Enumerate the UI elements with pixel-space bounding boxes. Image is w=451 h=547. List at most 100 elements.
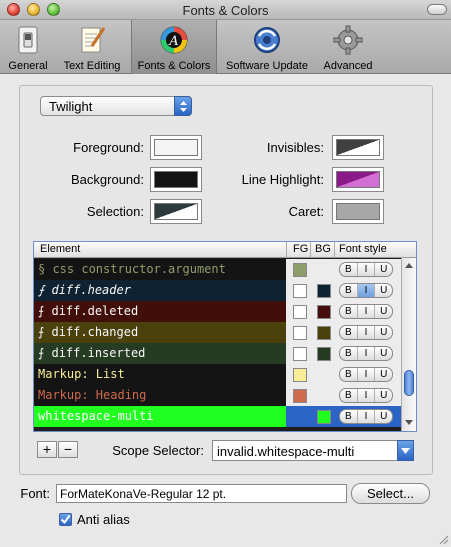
bold-toggle[interactable]: B bbox=[340, 284, 357, 297]
selection-color-well[interactable] bbox=[150, 199, 202, 224]
foreground-color-well[interactable] bbox=[150, 135, 202, 160]
scrollbar-thumb[interactable] bbox=[404, 370, 414, 396]
italic-toggle[interactable]: I bbox=[356, 284, 375, 297]
underline-toggle[interactable]: U bbox=[374, 326, 392, 339]
table-row[interactable]: ⨍ diff.inserted B I U bbox=[34, 343, 402, 364]
foreground-swatch bbox=[154, 139, 198, 156]
tab-advanced[interactable]: Advanced bbox=[317, 20, 379, 74]
fg-color-well[interactable] bbox=[293, 368, 307, 382]
toolbar-toggle-button[interactable] bbox=[427, 4, 447, 15]
scope-selector-combo[interactable]: invalid.whitespace-multi bbox=[212, 440, 414, 461]
table-row[interactable]: ⨍ diff.changed B I U bbox=[34, 322, 402, 343]
column-fg[interactable]: FG bbox=[293, 243, 308, 255]
notepad-pen-icon bbox=[81, 27, 106, 53]
invisibles-color-well[interactable] bbox=[332, 135, 384, 160]
fg-color-well[interactable] bbox=[293, 347, 307, 361]
font-field[interactable]: ForMateKonaVe-Regular 12 pt. bbox=[56, 484, 347, 503]
underline-toggle[interactable]: U bbox=[374, 368, 392, 381]
tab-general[interactable]: General bbox=[4, 20, 52, 74]
scope-selector-label: Scope Selector: bbox=[112, 443, 204, 458]
bold-toggle[interactable]: B bbox=[340, 326, 357, 339]
bg-color-well[interactable] bbox=[317, 326, 331, 340]
bold-toggle[interactable]: B bbox=[340, 410, 357, 423]
underline-toggle[interactable]: U bbox=[374, 389, 392, 402]
tab-fonts-colors[interactable]: A Fonts & Colors bbox=[131, 20, 217, 74]
font-style-segmented-control[interactable]: BIU bbox=[339, 262, 393, 277]
invisibles-label: Invisibles: bbox=[266, 140, 324, 155]
underline-toggle[interactable]: U bbox=[374, 305, 392, 318]
add-scope-button[interactable]: + bbox=[37, 441, 57, 458]
column-font-style[interactable]: Font style bbox=[339, 243, 387, 255]
select-font-button[interactable]: Select... bbox=[351, 483, 430, 504]
bg-color-well[interactable] bbox=[317, 347, 331, 361]
underline-toggle[interactable]: U bbox=[374, 347, 392, 360]
font-style-segmented-control[interactable]: BIU bbox=[339, 346, 393, 361]
row-scope-name: whitespace-multi bbox=[38, 409, 154, 423]
scroll-up-icon[interactable] bbox=[405, 262, 413, 270]
font-style-segmented-control[interactable]: BIU bbox=[339, 388, 393, 403]
table-row[interactable]: Markup: List B I U bbox=[34, 364, 402, 385]
row-scope-name: Markup: Heading bbox=[38, 388, 147, 402]
bold-toggle[interactable]: B bbox=[340, 368, 357, 381]
italic-toggle[interactable]: I bbox=[356, 263, 375, 276]
italic-toggle[interactable]: I bbox=[356, 347, 375, 360]
tab-text-editing[interactable]: Text Editing bbox=[56, 20, 128, 74]
fg-color-well[interactable] bbox=[293, 305, 307, 319]
column-bg[interactable]: BG bbox=[315, 243, 331, 255]
table-scrollbar[interactable] bbox=[401, 258, 416, 431]
preferences-toolbar: General Text Editing A Fonts & Colors So… bbox=[0, 20, 451, 74]
background-color-well[interactable] bbox=[150, 167, 202, 192]
bg-color-well[interactable] bbox=[317, 410, 331, 424]
selection-label: Selection: bbox=[86, 204, 144, 219]
italic-toggle[interactable]: I bbox=[356, 368, 375, 381]
underline-toggle[interactable]: U bbox=[374, 284, 392, 297]
bold-toggle[interactable]: B bbox=[340, 347, 357, 360]
line-highlight-swatch bbox=[336, 171, 380, 188]
theme-popup[interactable]: Twilight bbox=[40, 96, 192, 116]
tab-software-update[interactable]: Software Update bbox=[220, 20, 314, 74]
table-row[interactable]: whitespace-multi B I U bbox=[34, 406, 402, 427]
scope-elements-table[interactable]: Element FG BG Font style § css construct… bbox=[33, 241, 417, 432]
bold-toggle[interactable]: B bbox=[340, 263, 357, 276]
tab-general-label: General bbox=[8, 60, 48, 72]
dropdown-arrow-icon[interactable] bbox=[397, 440, 414, 461]
table-row[interactable]: § css constructor.argument B I U bbox=[34, 259, 402, 280]
scope-selector-value: invalid.whitespace-multi bbox=[217, 444, 355, 459]
bg-color-well[interactable] bbox=[317, 284, 331, 298]
foreground-label: Foreground: bbox=[73, 140, 144, 155]
table-row[interactable]: Markup: Heading B I U bbox=[34, 385, 402, 406]
italic-toggle[interactable]: I bbox=[356, 410, 375, 423]
italic-toggle[interactable]: I bbox=[356, 326, 375, 339]
bold-toggle[interactable]: B bbox=[340, 389, 357, 402]
font-style-segmented-control[interactable]: BIU bbox=[339, 325, 393, 340]
column-element[interactable]: Element bbox=[40, 243, 80, 255]
tab-advanced-label: Advanced bbox=[323, 60, 373, 72]
anti-alias-checkbox[interactable] bbox=[59, 513, 72, 526]
font-style-segmented-control[interactable]: BIU bbox=[339, 283, 393, 298]
row-scope-name: Markup: List bbox=[38, 367, 125, 381]
table-row[interactable]: ⨍ diff.header B I U bbox=[34, 280, 402, 301]
caret-color-well[interactable] bbox=[332, 199, 384, 224]
fg-color-well[interactable] bbox=[293, 263, 307, 277]
font-style-segmented-control[interactable]: BIU bbox=[339, 367, 393, 382]
fg-color-well[interactable] bbox=[293, 284, 307, 298]
resize-grip-icon[interactable] bbox=[437, 533, 449, 545]
scroll-down-icon[interactable] bbox=[405, 418, 413, 426]
font-style-segmented-control[interactable]: BIU bbox=[339, 304, 393, 319]
fg-color-well[interactable] bbox=[293, 389, 307, 403]
row-scope-name: ⨍ diff.header bbox=[38, 283, 131, 297]
color-wheel-icon: A bbox=[160, 26, 188, 54]
underline-toggle[interactable]: U bbox=[374, 263, 392, 276]
fg-color-well[interactable] bbox=[293, 326, 307, 340]
bold-toggle[interactable]: B bbox=[340, 305, 357, 318]
font-style-segmented-control[interactable]: BIU bbox=[339, 409, 393, 424]
underline-toggle[interactable]: U bbox=[374, 410, 392, 423]
anti-alias-label: Anti alias bbox=[77, 512, 130, 527]
table-row[interactable]: ⨍ diff.deleted B I U bbox=[34, 301, 402, 322]
line-highlight-color-well[interactable] bbox=[332, 167, 384, 192]
bg-color-well[interactable] bbox=[317, 305, 331, 319]
italic-toggle[interactable]: I bbox=[356, 389, 375, 402]
svg-text:A: A bbox=[168, 34, 178, 49]
italic-toggle[interactable]: I bbox=[356, 305, 375, 318]
remove-scope-button[interactable]: − bbox=[58, 441, 78, 458]
